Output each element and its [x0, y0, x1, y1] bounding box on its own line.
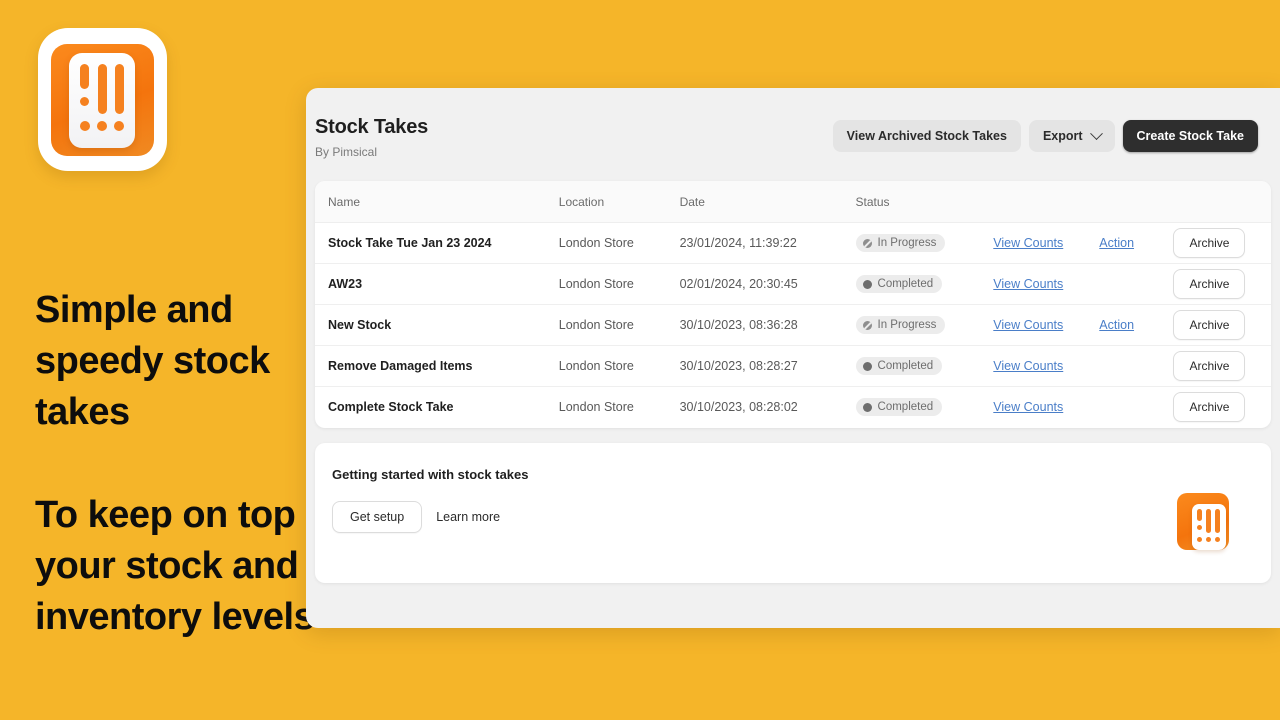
export-label: Export — [1042, 129, 1083, 143]
stock-take-location: London Store — [558, 222, 680, 264]
stock-take-location: London Store — [558, 304, 680, 346]
table-body: Stock Take Tue Jan 23 2024 London Store … — [315, 222, 1271, 428]
archive-button[interactable]: Archive — [1173, 351, 1246, 381]
stock-take-location: London Store — [558, 400, 634, 415]
page-subtitle: By Pimsical — [315, 145, 378, 159]
column-header-location: Location — [558, 181, 680, 223]
app-header: Stock Takes By Pimsical View Archived St… — [306, 88, 1280, 159]
logo-inner-card — [69, 53, 135, 148]
stock-take-date: 23/01/2024, 11:39:22 — [679, 222, 856, 264]
learn-more-link[interactable]: Learn more — [436, 510, 500, 524]
stock-takes-app-logo — [1177, 492, 1235, 557]
title-block: Stock Takes By Pimsical — [315, 116, 428, 159]
stock-takes-app-logo — [38, 28, 167, 171]
table-row: AW23 London Store 02/01/2024, 20:30:45 C… — [315, 263, 1271, 305]
getting-started-title: Getting started with stock takes — [332, 466, 529, 482]
status-badge: In Progress — [855, 234, 946, 252]
action-cell-empty — [1099, 263, 1174, 305]
stock-take-date: 30/10/2023, 08:36:28 — [679, 304, 856, 346]
table-row: Remove Damaged Items London Store 30/10/… — [315, 345, 1271, 387]
stock-take-name: Stock Take Tue Jan 23 2024 — [328, 236, 492, 250]
status-badge: In Progress — [855, 316, 946, 334]
status-label: Completed — [877, 278, 934, 290]
page-title: Stock Takes — [315, 116, 429, 138]
logo-glyph — [1192, 504, 1226, 550]
stock-takes-table-card: Name Location Date Status Stock Take Tue… — [315, 181, 1271, 428]
status-badge: Completed — [855, 357, 943, 375]
column-header-status: Status — [855, 181, 994, 223]
stock-take-location: London Store — [558, 345, 680, 387]
view-counts-link[interactable]: View Counts — [993, 236, 1063, 250]
status-badge: Completed — [855, 398, 943, 417]
export-button[interactable]: Export — [1028, 120, 1115, 152]
logo-glyph — [69, 53, 135, 148]
stock-take-name: Remove Damaged Items — [328, 359, 473, 373]
stock-take-name: New Stock — [328, 318, 392, 332]
column-header-name: Name — [315, 181, 559, 223]
table-header-row: Name Location Date Status — [315, 181, 1271, 223]
archive-button[interactable]: Archive — [1173, 269, 1246, 299]
view-counts-link[interactable]: View Counts — [993, 277, 1063, 291]
table-row: New Stock London Store 30/10/2023, 08:36… — [315, 304, 1271, 346]
archive-button[interactable]: Archive — [1173, 392, 1246, 423]
view-counts-link[interactable]: View Counts — [993, 400, 1063, 414]
action-cell-empty — [1099, 345, 1174, 387]
stock-take-name: AW23 — [328, 277, 363, 291]
promo-panel: Simple and speedy stock takes To keep on… — [0, 0, 341, 720]
status-label: In Progress — [877, 319, 937, 331]
stock-take-date: 02/01/2024, 20:30:45 — [679, 263, 856, 305]
logo-inner-card — [1192, 503, 1226, 550]
status-label: Completed — [877, 360, 934, 372]
action-link[interactable]: Action — [1099, 236, 1134, 250]
get-setup-button[interactable]: Get setup — [332, 500, 423, 533]
chevron-down-icon — [1089, 126, 1103, 140]
completed-icon — [862, 402, 872, 412]
column-header-date: Date — [679, 181, 856, 223]
getting-started-card: Getting started with stock takes Get set… — [315, 442, 1271, 583]
completed-icon — [862, 279, 872, 289]
action-link[interactable]: Action — [1099, 318, 1134, 332]
stock-take-date: 30/10/2023, 08:28:02 — [679, 400, 798, 415]
archive-button[interactable]: Archive — [1173, 228, 1246, 258]
column-header-counts — [993, 181, 1100, 223]
stock-takes-table: Name Location Date Status Stock Take Tue… — [315, 181, 1271, 428]
table-row: Complete Stock Take London Store 30/10/2… — [315, 387, 1271, 428]
status-label: Completed — [877, 401, 934, 414]
view-counts-link[interactable]: View Counts — [993, 359, 1063, 373]
in-progress-icon — [862, 320, 872, 330]
table-head: Name Location Date Status — [315, 181, 1271, 223]
view-archived-stock-takes-button[interactable]: View Archived Stock Takes — [832, 120, 1021, 152]
status-label: In Progress — [877, 237, 937, 249]
completed-icon — [862, 361, 872, 371]
table-row: Stock Take Tue Jan 23 2024 London Store … — [315, 222, 1271, 264]
in-progress-icon — [862, 238, 872, 248]
app-window: Stock Takes By Pimsical View Archived St… — [306, 88, 1280, 628]
stock-take-date: 30/10/2023, 08:28:27 — [679, 345, 856, 387]
column-header-archive — [1173, 181, 1271, 223]
column-header-action — [1099, 181, 1174, 223]
view-counts-link[interactable]: View Counts — [993, 318, 1063, 332]
action-cell-empty — [1099, 387, 1173, 428]
stock-take-location: London Store — [558, 263, 680, 305]
stock-take-name: Complete Stock Take — [328, 400, 454, 415]
status-badge: Completed — [855, 275, 943, 293]
promo-headline: Simple and speedy stock takes — [35, 289, 270, 433]
create-stock-take-button[interactable]: Create Stock Take — [1122, 120, 1258, 152]
archive-button[interactable]: Archive — [1173, 310, 1246, 340]
header-actions: View Archived Stock Takes Export Create … — [832, 116, 1258, 152]
getting-started-actions: Get setup Learn more — [332, 500, 1271, 533]
